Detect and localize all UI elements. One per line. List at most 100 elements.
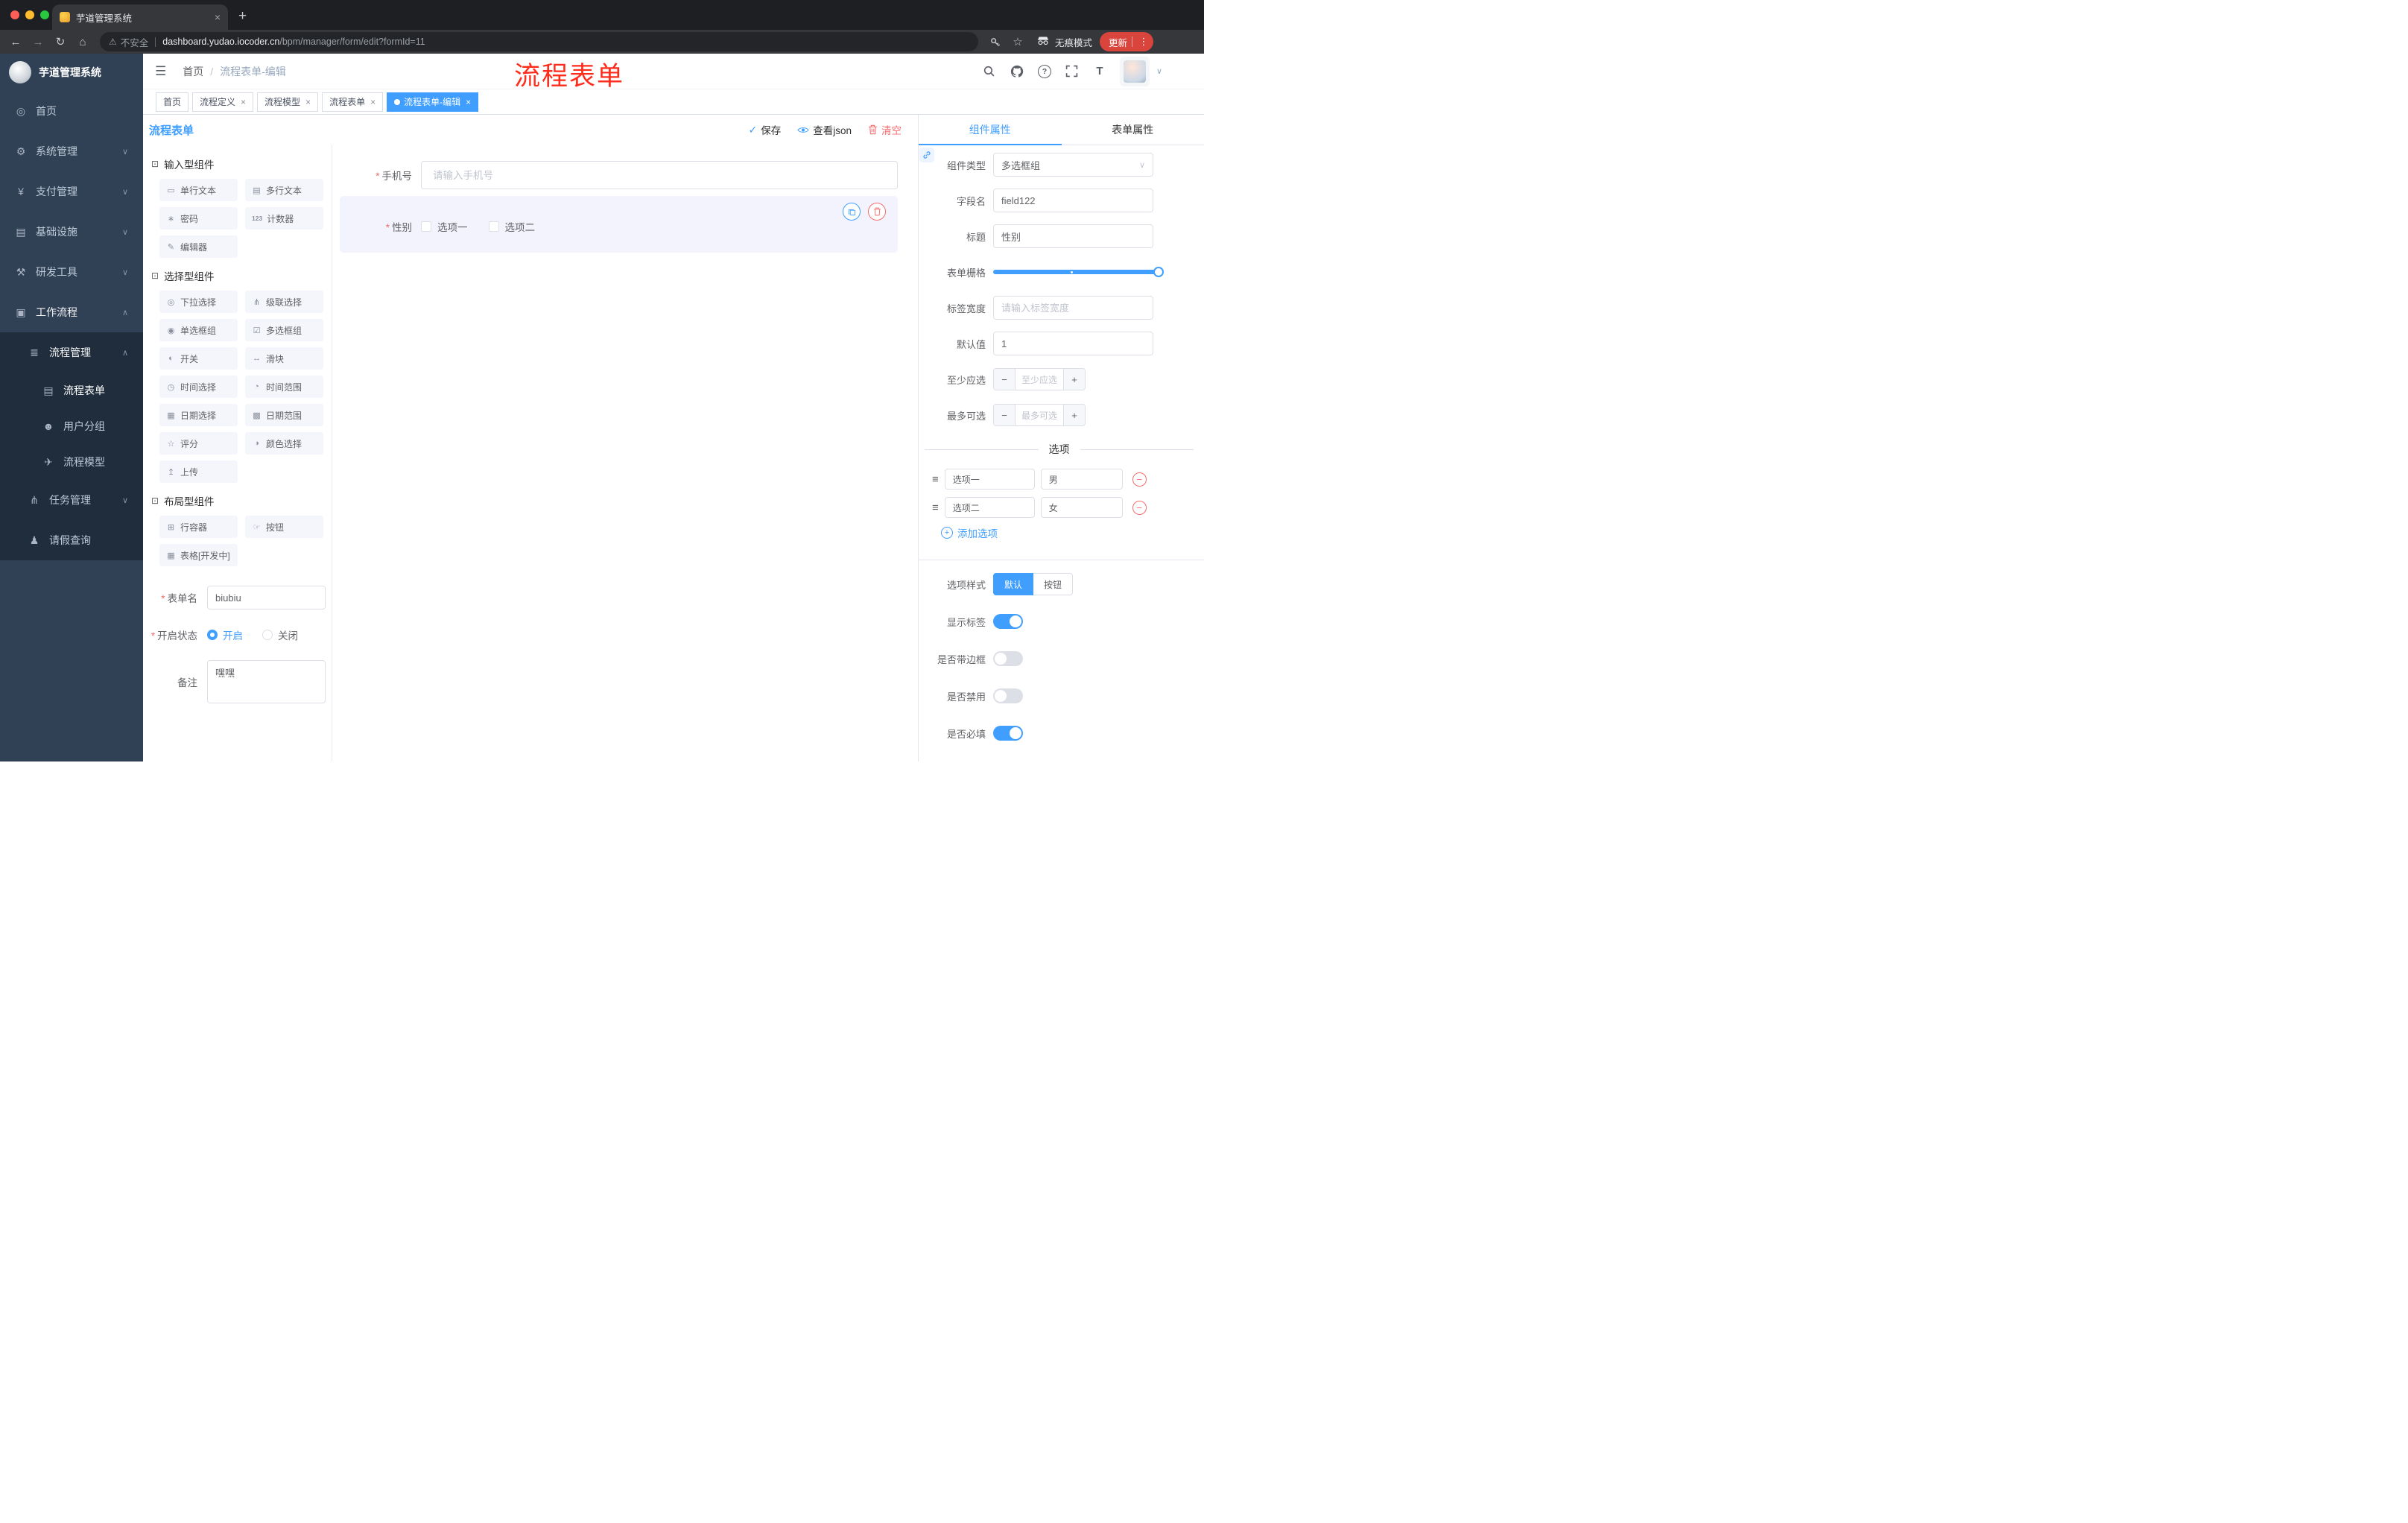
sidebar-toggle-icon[interactable]: ☰ <box>155 64 166 79</box>
chip-counter[interactable]: 123 计数器 <box>245 207 323 229</box>
password-key-icon[interactable] <box>984 31 1007 52</box>
chip-date-range[interactable]: ▩ 日期范围 <box>245 404 323 426</box>
chip-button[interactable]: ☞ 按钮 <box>245 516 323 538</box>
tag-process-model[interactable]: 流程模型 × <box>257 92 319 112</box>
gender-field-row[interactable]: * 性别 选项一 选项二 <box>340 219 898 234</box>
slider-handle[interactable] <box>1153 267 1164 277</box>
tag-home[interactable]: 首页 <box>156 92 189 112</box>
sidebar-item-task-management[interactable]: ⋔ 任务管理 ∨ <box>0 480 143 520</box>
label-width-input[interactable] <box>993 296 1153 320</box>
sidebar-item-process-management[interactable]: ≣ 流程管理 ∧ <box>0 332 143 373</box>
form-grid-slider[interactable] <box>993 260 1164 284</box>
update-button[interactable]: 更新 ⋮ <box>1099 32 1153 51</box>
tag-close-icon[interactable]: × <box>305 97 311 107</box>
chip-date-picker[interactable]: ▦ 日期选择 <box>159 404 238 426</box>
sidebar-item-user-group[interactable]: ☻ 用户分组 <box>0 408 143 444</box>
chip-time-picker[interactable]: ◷ 时间选择 <box>159 376 238 398</box>
selected-component[interactable]: * 性别 选项一 选项二 <box>340 196 898 253</box>
chip-multi-line-text[interactable]: ▤ 多行文本 <box>245 179 323 201</box>
window-zoom-button[interactable] <box>40 10 49 19</box>
address-bar[interactable]: ⚠ 不安全 dashboard.yudao.iocoder.cn/bpm/man… <box>100 32 978 51</box>
delete-component-button[interactable] <box>868 203 886 221</box>
sidebar-item-workflow[interactable]: ▣ 工作流程 ∧ <box>0 292 143 332</box>
chip-cascader[interactable]: ⋔ 级联选择 <box>245 291 323 313</box>
remark-textarea[interactable]: 嘿嘿 <box>207 660 326 703</box>
tag-process-form[interactable]: 流程表单 × <box>322 92 384 112</box>
min-select-placeholder[interactable]: 至少应选 <box>1016 369 1063 390</box>
option-name-input[interactable] <box>944 497 1035 518</box>
bookmark-star-icon[interactable]: ☆ <box>1007 31 1029 52</box>
sidebar-item-devtools[interactable]: ⚒ 研发工具 ∨ <box>0 252 143 292</box>
add-option-button[interactable]: + 添加选项 <box>941 525 1204 540</box>
forward-button[interactable]: → <box>27 31 49 52</box>
max-select-placeholder[interactable]: 最多可选 <box>1016 405 1063 425</box>
tab-component-props[interactable]: 组件属性 <box>919 115 1062 145</box>
sidebar-item-leave-query[interactable]: ♟ 请假查询 <box>0 520 143 560</box>
chip-slider[interactable]: ↔ 滑块 <box>245 347 323 370</box>
drag-handle-icon[interactable]: ≡ <box>932 501 939 514</box>
decrease-button[interactable]: − <box>994 405 1016 425</box>
user-avatar[interactable] <box>1119 56 1150 86</box>
search-icon[interactable] <box>982 64 997 79</box>
gender-option1-checkbox[interactable]: 选项一 <box>421 219 468 234</box>
chip-checkbox-group[interactable]: ☑ 多选框组 <box>245 319 323 341</box>
window-minimize-button[interactable] <box>25 10 34 19</box>
sidebar-item-system[interactable]: ⚙ 系统管理 ∨ <box>0 131 143 171</box>
home-button[interactable]: ⌂ <box>72 31 94 52</box>
link-icon[interactable] <box>919 148 934 162</box>
option-value-input[interactable] <box>1040 469 1123 490</box>
increase-button[interactable]: + <box>1063 369 1085 390</box>
chip-single-line-text[interactable]: ▭ 单行文本 <box>159 179 238 201</box>
tag-close-icon[interactable]: × <box>370 97 376 107</box>
browser-tab[interactable]: 芋道管理系统 × <box>52 4 228 30</box>
option-name-input[interactable] <box>944 469 1035 490</box>
option-style-default-button[interactable]: 默认 <box>993 573 1034 595</box>
drag-handle-icon[interactable]: ≡ <box>932 473 939 486</box>
title-input[interactable] <box>993 224 1153 248</box>
remove-option-button[interactable]: − <box>1132 500 1147 515</box>
browser-menu-icon[interactable]: ⋮ <box>1137 36 1150 48</box>
chip-row-container[interactable]: ⊞ 行容器 <box>159 516 238 538</box>
remove-option-button[interactable]: − <box>1132 472 1147 487</box>
sidebar-item-process-form[interactable]: ▤ 流程表单 <box>0 373 143 408</box>
form-canvas[interactable]: * 手机号 请输入手机号 * 性别 选项一 选项二 <box>332 145 918 762</box>
sidebar-item-home[interactable]: ◎ 首页 <box>0 91 143 131</box>
help-icon[interactable]: ? <box>1037 64 1052 79</box>
tag-close-icon[interactable]: × <box>241 97 246 107</box>
font-size-icon[interactable]: T <box>1092 64 1107 79</box>
chip-time-range[interactable]: ◔ 时间范围 <box>245 376 323 398</box>
sidebar-item-payment[interactable]: ¥ 支付管理 ∨ <box>0 171 143 212</box>
phone-field-row[interactable]: * 手机号 <box>340 161 898 189</box>
required-switch[interactable] <box>993 726 1023 741</box>
clear-button[interactable]: 清空 <box>868 122 902 137</box>
sidebar-item-process-model[interactable]: ✈ 流程模型 <box>0 444 143 480</box>
tag-close-icon[interactable]: × <box>466 97 471 107</box>
tag-process-definition[interactable]: 流程定义 × <box>192 92 254 112</box>
show-label-switch[interactable] <box>993 614 1023 629</box>
reload-button[interactable]: ↻ <box>49 31 72 52</box>
copy-component-button[interactable] <box>843 203 861 221</box>
chip-editor[interactable]: ✎ 编辑器 <box>159 235 238 258</box>
tag-process-form-edit[interactable]: 流程表单-编辑 × <box>387 92 479 112</box>
window-close-button[interactable] <box>10 10 19 19</box>
chip-switch[interactable]: ◐ 开关 <box>159 347 238 370</box>
chip-radio-group[interactable]: ◉ 单选框组 <box>159 319 238 341</box>
chip-password[interactable]: ∗ 密码 <box>159 207 238 229</box>
field-name-input[interactable] <box>993 189 1153 212</box>
tab-form-props[interactable]: 表单属性 <box>1062 115 1205 145</box>
chip-rate[interactable]: ☆ 评分 <box>159 432 238 455</box>
save-button[interactable]: ✓ 保存 <box>749 122 782 137</box>
option-value-input[interactable] <box>1040 497 1123 518</box>
default-value-input[interactable] <box>993 332 1153 355</box>
chip-table[interactable]: ▦ 表格[开发中] <box>159 544 238 566</box>
option-style-button-button[interactable]: 按钮 <box>1033 573 1074 595</box>
decrease-button[interactable]: − <box>994 369 1016 390</box>
increase-button[interactable]: + <box>1063 405 1085 425</box>
chip-select[interactable]: ◎ 下拉选择 <box>159 291 238 313</box>
view-json-button[interactable]: 查看json <box>797 122 852 137</box>
tab-close-icon[interactable]: × <box>215 11 221 23</box>
form-name-input[interactable] <box>207 586 326 609</box>
disabled-switch[interactable] <box>993 688 1023 703</box>
back-button[interactable]: ← <box>4 31 27 52</box>
status-on-radio[interactable]: 开启 <box>207 627 243 642</box>
